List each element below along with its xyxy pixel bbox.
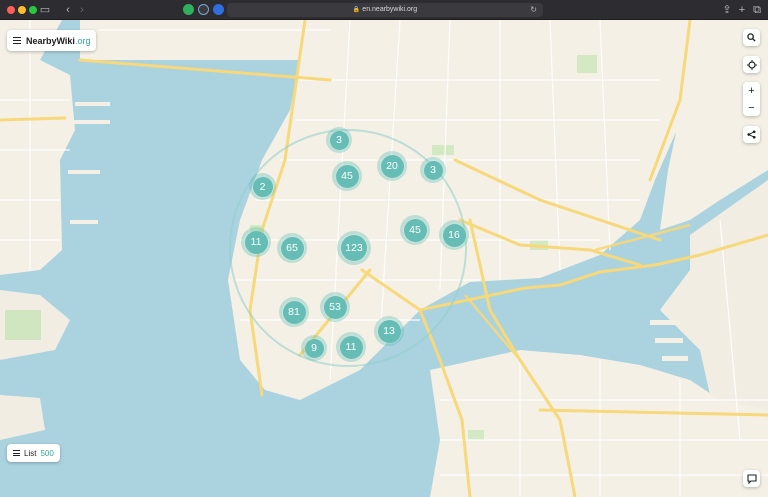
list-label: List bbox=[24, 448, 37, 458]
tab-overview-icon[interactable]: ⧉ bbox=[752, 3, 762, 17]
cluster-count: 3 bbox=[329, 130, 349, 150]
address-bar[interactable]: 🔒 en.nearbywiki.org ↻ bbox=[227, 3, 543, 17]
browser-toolbar: ▭ ‹ › 🔒 en.nearbywiki.org ↻ ⇪ + ⧉ bbox=[0, 0, 768, 20]
minimize-window-button[interactable] bbox=[18, 6, 26, 14]
extension-drop-icon[interactable] bbox=[198, 4, 209, 15]
share-icon bbox=[747, 130, 756, 139]
list-count: 500 bbox=[40, 448, 54, 458]
extension-blue-icon[interactable] bbox=[213, 4, 224, 15]
list-icon bbox=[13, 450, 20, 456]
map-cluster[interactable]: 20 bbox=[377, 151, 407, 181]
chat-icon bbox=[746, 473, 757, 484]
cluster-count: 11 bbox=[244, 230, 268, 254]
list-button[interactable]: List 500 bbox=[7, 444, 60, 462]
map-cluster[interactable]: 123 bbox=[337, 231, 371, 265]
app-name: NearbyWiki bbox=[26, 35, 75, 46]
map-cluster[interactable]: 13 bbox=[374, 316, 404, 346]
map-cluster[interactable]: 2 bbox=[249, 173, 276, 200]
zoom-in-button[interactable]: + bbox=[743, 82, 760, 99]
map-viewport[interactable]: 3 20 45 3 2 11 65 123 45 16 81 53 13 9 1… bbox=[0, 20, 768, 497]
cluster-count: 2 bbox=[252, 176, 273, 197]
share-page-icon[interactable]: ⇪ bbox=[722, 3, 732, 17]
map-cluster[interactable]: 53 bbox=[320, 292, 350, 322]
cluster-count: 9 bbox=[304, 338, 324, 358]
map-cluster[interactable]: 16 bbox=[439, 220, 469, 250]
cluster-count: 11 bbox=[339, 335, 363, 359]
share-button[interactable] bbox=[743, 126, 760, 143]
map-cluster[interactable]: 9 bbox=[301, 335, 327, 361]
cluster-count: 16 bbox=[442, 223, 466, 247]
extension-green-icon[interactable] bbox=[183, 4, 194, 15]
cluster-count: 20 bbox=[380, 154, 404, 178]
sidebar-toggle-icon[interactable]: ▭ bbox=[38, 3, 52, 17]
zoom-out-button[interactable]: − bbox=[743, 99, 760, 116]
map-cluster[interactable]: 81 bbox=[279, 297, 309, 327]
menu-icon bbox=[13, 36, 21, 45]
search-icon bbox=[747, 33, 756, 42]
map-cluster[interactable]: 11 bbox=[241, 227, 271, 257]
cluster-count: 13 bbox=[377, 319, 401, 343]
cluster-count: 45 bbox=[335, 164, 359, 188]
cluster-count: 45 bbox=[403, 218, 427, 242]
map-cluster[interactable]: 11 bbox=[336, 332, 366, 362]
app-menu-button[interactable]: NearbyWiki.org bbox=[7, 30, 97, 51]
cluster-count: 65 bbox=[280, 236, 304, 260]
map-cluster[interactable]: 3 bbox=[420, 157, 446, 183]
app-domain: .org bbox=[74, 35, 91, 46]
fullscreen-window-button[interactable] bbox=[29, 6, 37, 14]
cluster-count: 3 bbox=[423, 160, 443, 180]
locate-button[interactable] bbox=[743, 56, 760, 73]
forward-icon[interactable]: › bbox=[78, 3, 86, 17]
feedback-button[interactable] bbox=[743, 470, 760, 487]
map-base-layer bbox=[0, 20, 768, 497]
close-window-button[interactable] bbox=[7, 6, 15, 14]
lock-icon: 🔒 bbox=[352, 7, 361, 13]
map-cluster[interactable]: 3 bbox=[326, 127, 352, 153]
new-tab-icon[interactable]: + bbox=[737, 3, 747, 17]
map-cluster[interactable]: 45 bbox=[400, 215, 430, 245]
url-text: en.nearbywiki.org bbox=[362, 6, 418, 13]
search-button[interactable] bbox=[743, 29, 760, 46]
map-cluster[interactable]: 65 bbox=[277, 233, 307, 263]
crosshair-icon bbox=[746, 59, 757, 70]
map-cluster[interactable]: 45 bbox=[332, 161, 362, 191]
cluster-count: 53 bbox=[323, 295, 347, 319]
cluster-count: 123 bbox=[341, 235, 367, 261]
app-logo: NearbyWiki.org bbox=[26, 36, 90, 46]
reload-icon[interactable]: ↻ bbox=[530, 3, 537, 17]
back-icon[interactable]: ‹ bbox=[64, 3, 72, 17]
zoom-controls: + − bbox=[743, 82, 760, 116]
cluster-count: 81 bbox=[282, 300, 306, 324]
